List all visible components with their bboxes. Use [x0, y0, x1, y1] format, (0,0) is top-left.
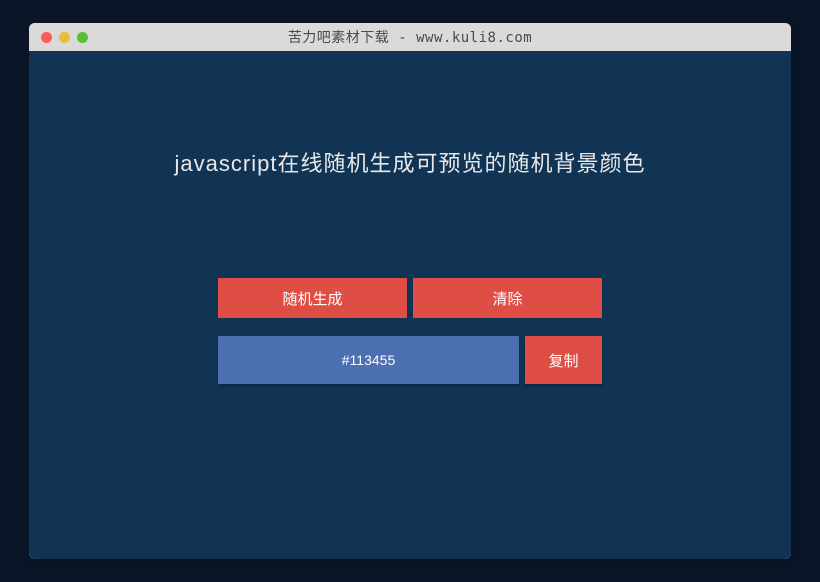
clear-button[interactable]: 清除: [413, 278, 602, 318]
color-output-row: 复制: [29, 336, 791, 384]
copy-button[interactable]: 复制: [525, 336, 602, 384]
title-bar: 苦力吧素材下载 - www.kuli8.com: [29, 23, 791, 51]
maximize-window-button[interactable]: [77, 32, 88, 43]
page-heading: javascript在线随机生成可预览的随机背景颜色: [29, 146, 791, 178]
generate-button[interactable]: 随机生成: [218, 278, 407, 318]
minimize-window-button[interactable]: [59, 32, 70, 43]
action-buttons-row: 随机生成 清除: [29, 278, 791, 318]
content-area: javascript在线随机生成可预览的随机背景颜色 随机生成 清除 复制: [29, 51, 791, 559]
color-value-input[interactable]: [218, 336, 519, 384]
browser-window: 苦力吧素材下载 - www.kuli8.com javascript在线随机生成…: [29, 23, 791, 559]
window-title: 苦力吧素材下载 - www.kuli8.com: [39, 27, 781, 47]
close-window-button[interactable]: [41, 32, 52, 43]
traffic-lights: [41, 32, 88, 43]
